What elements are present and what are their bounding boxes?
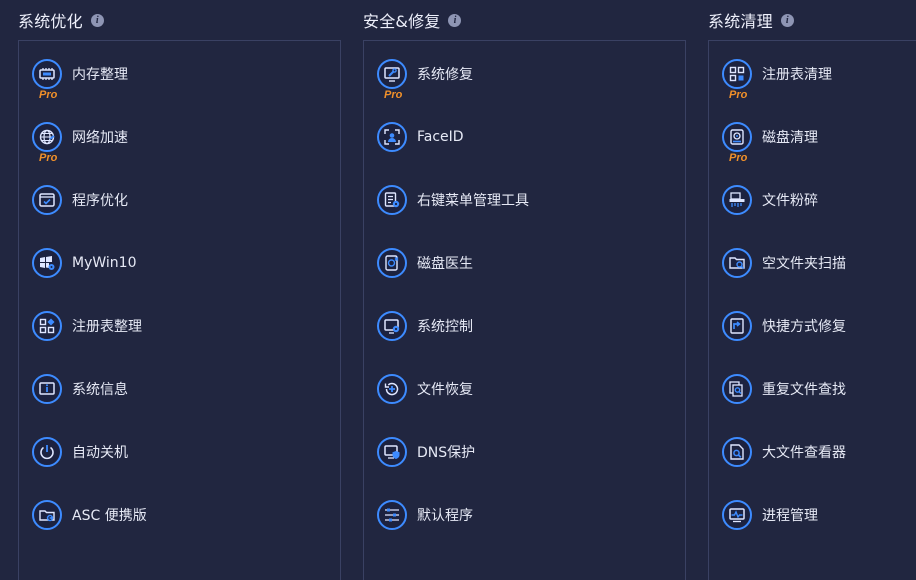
tool-label: 磁盘清理 <box>762 130 818 146</box>
tool-dns-protection[interactable]: DNS保护 <box>377 432 667 472</box>
column-title: 系统清理 <box>708 12 773 31</box>
tool-label: 自动关机 <box>72 445 128 461</box>
tool-panel: 注册表清理 Pro 磁盘清理 Pro 文件粉碎 空文件夹扫描 快捷方式修复 重复… <box>708 40 916 580</box>
tool-mywin10[interactable]: MyWin10 <box>32 243 322 283</box>
memory-chip-icon <box>32 59 62 89</box>
power-icon <box>32 437 62 467</box>
window-check-icon <box>32 185 62 215</box>
tool-disk-cleanup[interactable]: 磁盘清理 Pro <box>722 117 916 164</box>
tool-duplicate-finder[interactable]: 重复文件查找 <box>722 369 916 409</box>
pro-badge: Pro <box>39 89 58 101</box>
menu-gear-icon <box>377 185 407 215</box>
shortcut-icon <box>722 311 752 341</box>
folder-search-icon <box>722 248 752 278</box>
sliders-icon <box>377 500 407 530</box>
tool-label: 大文件查看器 <box>762 445 846 461</box>
tool-panel: 系统修复 Pro FaceID 右键菜单管理工具 磁盘医生 系统控制 文件恢复 … <box>363 40 686 580</box>
pro-badge: Pro <box>729 152 748 164</box>
tool-faceid[interactable]: FaceID <box>377 117 667 157</box>
tool-label: 进程管理 <box>762 508 818 524</box>
tool-empty-folder-scan[interactable]: 空文件夹扫描 <box>722 243 916 283</box>
column-header: 系统清理 i <box>708 0 794 40</box>
tool-system-info[interactable]: 系统信息 <box>32 369 322 409</box>
face-scan-icon <box>377 122 407 152</box>
disk-clean-icon <box>722 122 752 152</box>
tool-label: 默认程序 <box>417 508 473 524</box>
tool-process-manager[interactable]: 进程管理 <box>722 495 916 535</box>
pro-badge: Pro <box>39 152 58 164</box>
tool-disk-doctor[interactable]: 磁盘医生 <box>377 243 667 283</box>
column-title: 系统优化 <box>18 12 83 31</box>
column-security-repair: 安全&修复 i 系统修复 Pro FaceID 右键菜单管理工具 磁盘医生 系统… <box>363 0 686 580</box>
pro-badge: Pro <box>729 89 748 101</box>
tool-label: ASC 便携版 <box>72 508 147 524</box>
registry-blocks-icon <box>32 311 62 341</box>
tool-label: 内存整理 <box>72 67 128 83</box>
tool-context-menu-manager[interactable]: 右键菜单管理工具 <box>377 180 667 220</box>
tool-label: MyWin10 <box>72 255 137 271</box>
tool-label: 系统修复 <box>417 67 473 83</box>
tool-label: 磁盘医生 <box>417 256 473 272</box>
monitor-wrench-icon <box>377 59 407 89</box>
tool-large-file-viewer[interactable]: 大文件查看器 <box>722 432 916 472</box>
tool-label: 注册表整理 <box>72 319 142 335</box>
info-icon[interactable]: i <box>90 14 104 27</box>
tool-panel: 内存整理 Pro 网络加速 Pro 程序优化 MyWin10 注册表整理 系统信… <box>18 40 341 580</box>
tool-network-boost[interactable]: 网络加速 Pro <box>32 117 322 164</box>
column-system-optimization: 系统优化 i 内存整理 Pro 网络加速 Pro 程序优化 MyWin10 注册… <box>18 0 341 580</box>
column-system-cleanup: 系统清理 i 注册表清理 Pro 磁盘清理 Pro 文件粉碎 空文件夹扫描 快捷… <box>708 0 916 580</box>
tool-system-control[interactable]: 系统控制 <box>377 306 667 346</box>
tool-memory-cleanup[interactable]: 内存整理 Pro <box>32 54 322 101</box>
info-icon[interactable]: i <box>448 14 462 27</box>
shredder-icon <box>722 185 752 215</box>
tool-file-shredder[interactable]: 文件粉碎 <box>722 180 916 220</box>
tool-shortcut-repair[interactable]: 快捷方式修复 <box>722 306 916 346</box>
column-header: 系统优化 i <box>18 0 104 40</box>
tool-label: 文件恢复 <box>417 382 473 398</box>
tool-label: 系统信息 <box>72 382 128 398</box>
dns-shield-icon <box>377 437 407 467</box>
tool-label: 重复文件查找 <box>762 382 846 398</box>
tool-label: 注册表清理 <box>762 67 832 83</box>
info-monitor-icon <box>32 374 62 404</box>
registry-clean-icon <box>722 59 752 89</box>
globe-icon <box>32 122 62 152</box>
info-icon[interactable]: i <box>780 14 794 27</box>
windows-gear-icon <box>32 248 62 278</box>
tool-label: 系统控制 <box>417 319 473 335</box>
tool-label: 程序优化 <box>72 193 128 209</box>
tool-label: 快捷方式修复 <box>762 319 846 335</box>
tool-label: DNS保护 <box>417 445 476 461</box>
tool-label: 网络加速 <box>72 130 128 146</box>
portable-folder-icon <box>32 500 62 530</box>
tool-asc-portable[interactable]: ASC 便携版 <box>32 495 322 535</box>
tool-file-recovery[interactable]: 文件恢复 <box>377 369 667 409</box>
tool-registry-cleaner[interactable]: 注册表清理 Pro <box>722 54 916 101</box>
column-header: 安全&修复 i <box>363 0 462 40</box>
tool-program-optimize[interactable]: 程序优化 <box>32 180 322 220</box>
tool-default-programs[interactable]: 默认程序 <box>377 495 667 535</box>
tool-label: 空文件夹扫描 <box>762 256 846 272</box>
process-monitor-icon <box>722 500 752 530</box>
large-file-icon <box>722 437 752 467</box>
pro-badge: Pro <box>384 89 403 101</box>
tool-label: 右键菜单管理工具 <box>417 193 529 209</box>
duplicate-search-icon <box>722 374 752 404</box>
tool-system-repair[interactable]: 系统修复 Pro <box>377 54 667 101</box>
tool-auto-shutdown[interactable]: 自动关机 <box>32 432 322 472</box>
tool-registry-organize[interactable]: 注册表整理 <box>32 306 322 346</box>
restore-icon <box>377 374 407 404</box>
disk-doctor-icon <box>377 248 407 278</box>
monitor-gear-icon <box>377 311 407 341</box>
tool-label: 文件粉碎 <box>762 193 818 209</box>
column-title: 安全&修复 <box>363 12 441 31</box>
tool-label: FaceID <box>417 129 464 145</box>
